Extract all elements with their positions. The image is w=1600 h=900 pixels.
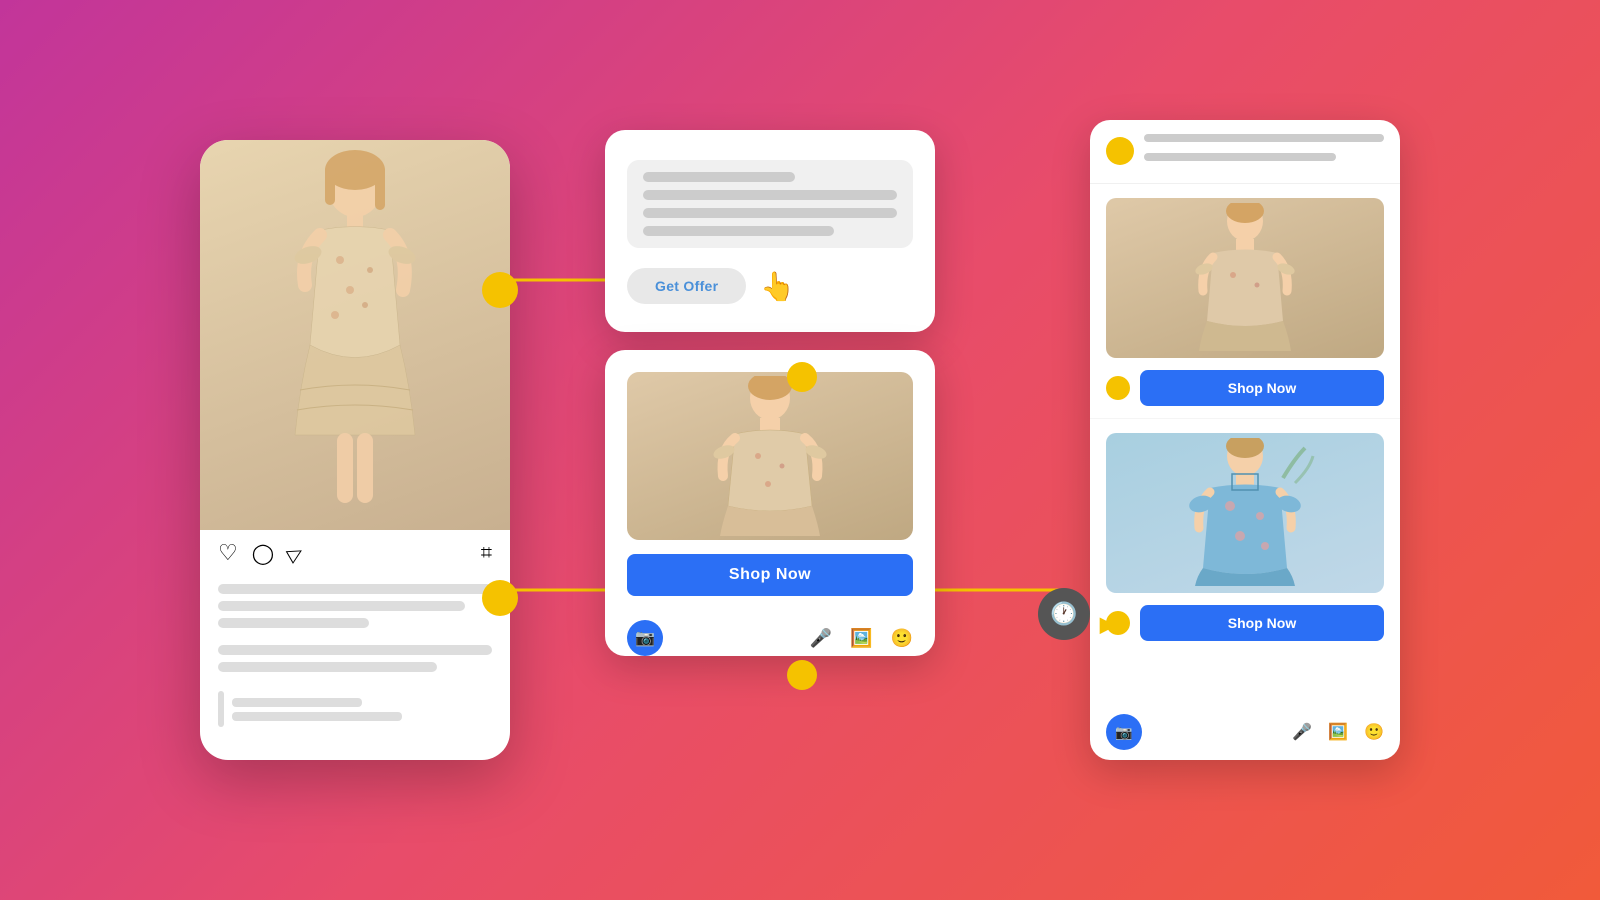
- yellow-dot-right-1: [1106, 376, 1130, 400]
- right-image-icon[interactable]: 🖼️: [1328, 722, 1348, 742]
- phone-actions-row: ♡ ◯ ▷ ⌗: [200, 530, 510, 576]
- right-product-1-row: Shop Now: [1106, 370, 1384, 406]
- comment-text-line-1: [232, 698, 362, 707]
- bubble-line-1: [643, 172, 795, 182]
- right-product-2: Shop Now: [1090, 419, 1400, 653]
- right-dress-1-illustration: [1175, 203, 1315, 353]
- get-offer-row: Get Offer 👆: [627, 268, 913, 304]
- bubble-line-4: [643, 226, 834, 236]
- main-scene: ♡ ◯ ▷ ⌗: [200, 60, 1400, 840]
- right-mic-icon[interactable]: 🎤: [1292, 722, 1312, 742]
- bubble-line-3: [643, 208, 897, 218]
- right-product-1-image: [1106, 198, 1384, 358]
- right-header-line-1: [1144, 134, 1384, 142]
- right-panel: Shop Now: [1090, 120, 1400, 760]
- phone-caption-lines: [200, 576, 510, 641]
- chat-bubble: [627, 160, 913, 248]
- right-camera-icon: 📷: [1115, 724, 1132, 741]
- shop-now-button-right-1[interactable]: Shop Now: [1140, 370, 1384, 406]
- right-dress-2-illustration: [1175, 438, 1315, 588]
- right-panel-header: [1090, 120, 1400, 184]
- right-camera-button[interactable]: 📷: [1106, 714, 1142, 750]
- clock-dot: 🕐: [1038, 588, 1090, 640]
- right-product-2-image: [1106, 433, 1384, 593]
- chat-card-offer: Get Offer 👆: [605, 130, 935, 332]
- image-icon[interactable]: 🖼️: [850, 628, 872, 649]
- right-header-row-1: [1106, 134, 1384, 167]
- phone-comment-row: [200, 687, 510, 731]
- middle-column: Get Offer 👆: [605, 130, 935, 656]
- camera-button[interactable]: 📷: [627, 620, 663, 656]
- sticker-icon[interactable]: 🙂: [891, 628, 913, 649]
- bottom-line-2: [218, 662, 437, 672]
- yellow-dot-left-top: [482, 272, 518, 308]
- shop-now-button-middle[interactable]: Shop Now: [627, 554, 913, 596]
- shop-product-image: [627, 372, 913, 540]
- comment-text-line-2: [232, 712, 402, 721]
- right-product-1: Shop Now: [1090, 184, 1400, 419]
- shop-dress-illustration: [680, 376, 860, 536]
- like-icon[interactable]: ♡: [218, 540, 238, 566]
- dress-illustration: [255, 145, 455, 525]
- chat-card-shop: Shop Now 📷 🎤 🖼️ 🙂: [605, 350, 935, 656]
- right-panel-footer: 📷 🎤 🖼️ 🙂: [1090, 704, 1400, 760]
- cursor-icon: 👆: [760, 270, 795, 303]
- phone-bottom-text: [200, 641, 510, 687]
- right-arrow: ▶: [1100, 612, 1115, 637]
- mic-icon[interactable]: 🎤: [810, 628, 832, 649]
- right-product-2-row: Shop Now: [1106, 605, 1384, 641]
- caption-line-3: [218, 618, 369, 628]
- comment-bar: [218, 691, 224, 727]
- bookmark-icon[interactable]: ⌗: [481, 542, 492, 565]
- camera-icon: 📷: [635, 628, 655, 648]
- yellow-dot-mid-bottom: [787, 660, 817, 690]
- chat-card-shop-content: Shop Now 📷 🎤 🖼️ 🙂: [627, 372, 913, 656]
- chat-card-footer: 📷 🎤 🖼️ 🙂: [627, 610, 913, 656]
- comment-icon[interactable]: ◯: [252, 541, 274, 566]
- right-header-line-2: [1144, 153, 1336, 161]
- caption-line-1: [218, 584, 492, 594]
- get-offer-button[interactable]: Get Offer: [627, 268, 746, 304]
- yellow-dot-left-bottom: [482, 580, 518, 616]
- bottom-line-1: [218, 645, 492, 655]
- comment-text: [232, 698, 402, 721]
- caption-line-2: [218, 601, 465, 611]
- phone-product-image: [200, 140, 510, 530]
- shop-now-button-right-2[interactable]: Shop Now: [1140, 605, 1384, 641]
- phone-card: ♡ ◯ ▷ ⌗: [200, 140, 510, 760]
- right-sticker-icon[interactable]: 🙂: [1364, 722, 1384, 742]
- bubble-line-2: [643, 190, 897, 200]
- yellow-dot-right-header: [1106, 137, 1134, 165]
- action-icons-left: ♡ ◯ ▷: [218, 540, 303, 566]
- clock-icon: 🕐: [1050, 601, 1077, 627]
- chat-card-offer-content: Get Offer 👆: [627, 152, 913, 312]
- share-icon[interactable]: ▷: [283, 539, 307, 566]
- yellow-dot-mid-top: [787, 362, 817, 392]
